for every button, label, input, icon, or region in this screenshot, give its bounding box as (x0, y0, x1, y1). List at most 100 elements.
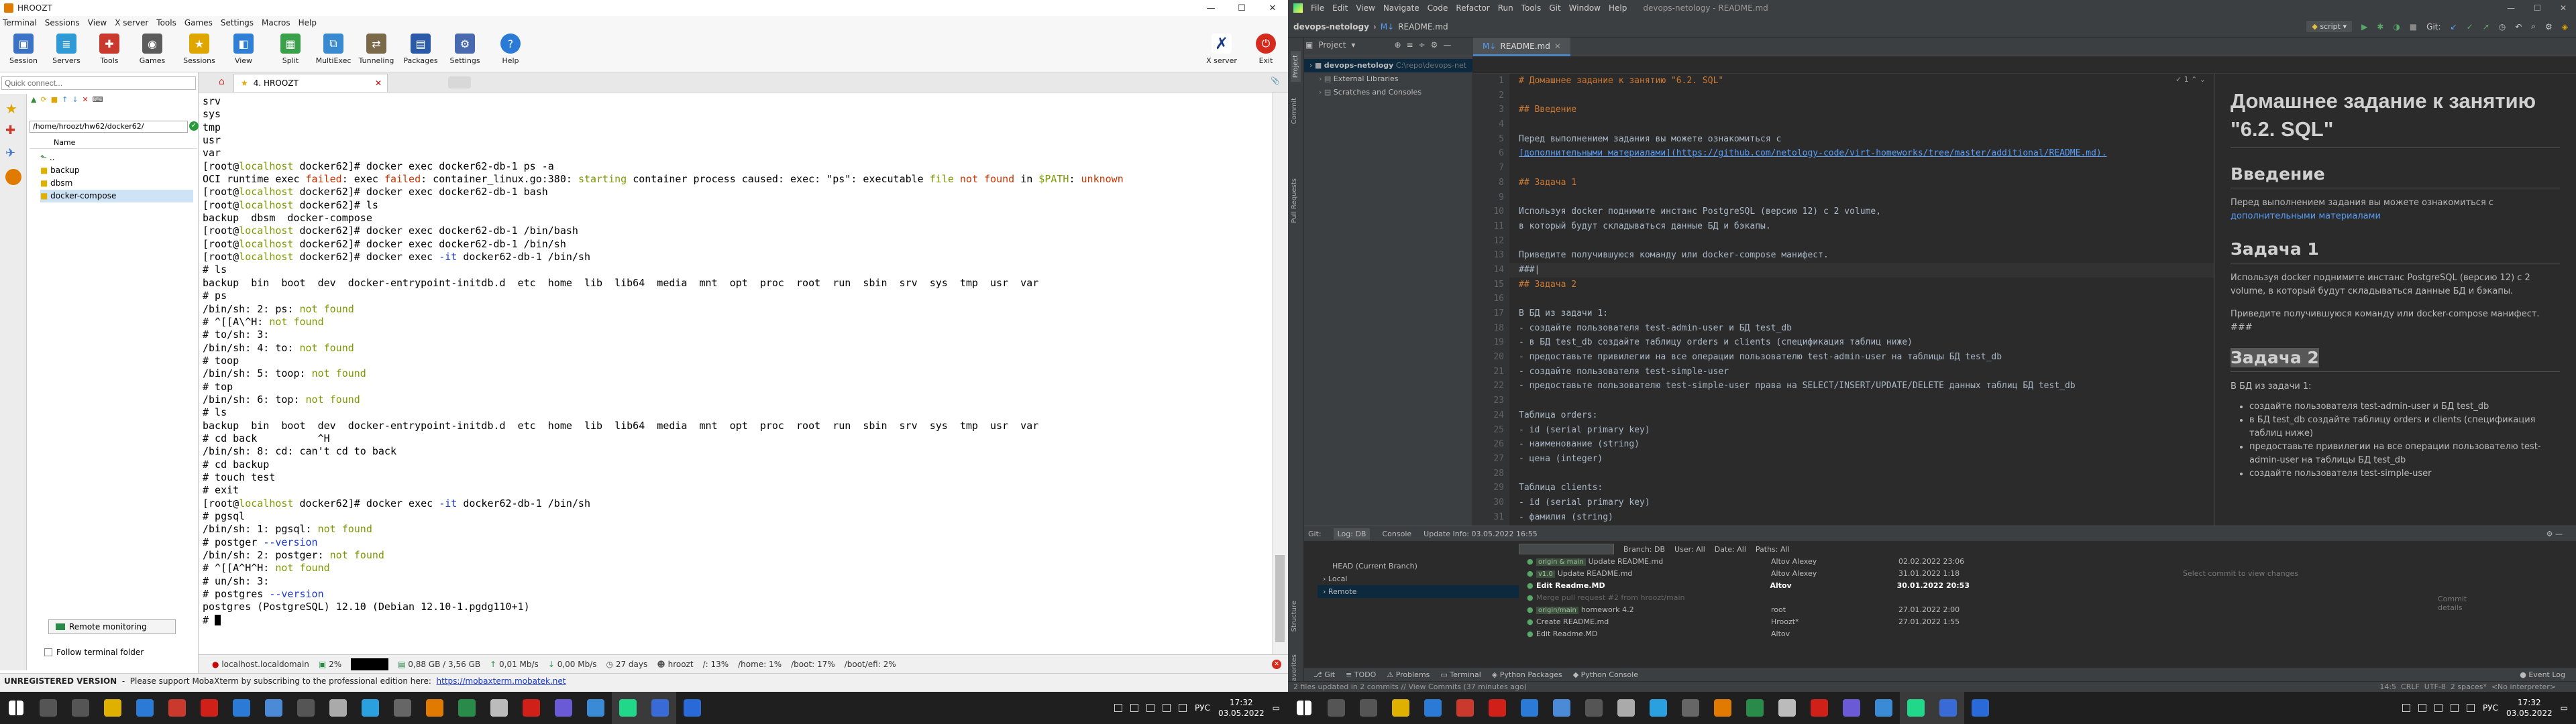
tool-strip-commit[interactable]: Commit (1291, 98, 1298, 124)
jetbrains-icon[interactable]: ◈ (2562, 22, 2568, 32)
inspection-widget[interactable]: ✓ 1 ⌃ ⌄ (2176, 75, 2206, 84)
teams-icon[interactable] (1835, 692, 1868, 724)
app-icon[interactable] (161, 692, 193, 724)
table-row[interactable]: ● v1.0 Update README.md Altov Alexey 31.01.2… (1527, 568, 1970, 580)
tab-problems[interactable]: ⚠ Problems (1387, 670, 1430, 679)
battery-icon[interactable] (1146, 704, 1155, 712)
pycharm-icon[interactable] (1900, 692, 1932, 724)
clock[interactable]: 17:32 03.05.2022 (1218, 697, 1265, 719)
table-row[interactable]: ● Merge pull request #2 from hroozt/main (1527, 592, 1970, 604)
xserver-button[interactable]: ✗ X server (1201, 34, 1242, 65)
tools-icon[interactable]: ✚ (5, 123, 21, 139)
session-button[interactable]: ▣ Session (3, 34, 44, 65)
tab-console[interactable]: Console (1382, 530, 1411, 538)
store-icon[interactable] (1546, 692, 1578, 724)
table-row[interactable]: ● origin & main Update README.md Altov Alex… (1527, 556, 1970, 568)
download-icon[interactable]: ↓ (72, 95, 78, 109)
app-icon[interactable] (1449, 692, 1481, 724)
git-push-icon[interactable]: ↗ (2483, 22, 2489, 32)
cloud-icon[interactable] (2418, 704, 2426, 712)
upload-icon[interactable]: ↑ (62, 95, 68, 109)
outlook-icon[interactable] (1964, 692, 1996, 724)
ide-menu-edit[interactable]: Edit (1332, 3, 1348, 13)
servers-button[interactable]: ≣ Servers (46, 34, 87, 65)
opera-icon[interactable] (1803, 692, 1835, 724)
clock[interactable]: 17:32 03.05.2022 (2506, 697, 2553, 719)
ide-menu-view[interactable]: View (1356, 3, 1375, 13)
chevron-up-icon[interactable] (2402, 704, 2410, 712)
terminal-path-icon[interactable]: ⌨ (93, 95, 103, 109)
view-button[interactable]: ◧ View (223, 34, 264, 65)
app-icon[interactable] (580, 692, 612, 724)
tab-python-packages[interactable]: ◈ Python Packages (1492, 670, 1562, 679)
packages-button[interactable]: ▤ Packages (400, 34, 441, 65)
cloud-icon[interactable] (1130, 704, 1138, 712)
start-icon[interactable] (0, 692, 32, 724)
ide-menu-help[interactable]: Help (1609, 3, 1627, 13)
filter-user[interactable]: User: All (1674, 545, 1705, 554)
notification-icon[interactable]: ▭ (1273, 703, 1280, 713)
status-close-icon[interactable]: ✕ (1272, 659, 1281, 669)
remote-monitoring-button[interactable]: Remote monitoring (48, 619, 176, 634)
tab-close-icon[interactable]: ✕ (375, 78, 382, 88)
rollback-icon[interactable]: ↶ (2515, 22, 2522, 32)
pycharm-icon[interactable] (612, 692, 644, 724)
up-folder-icon[interactable]: ▲ (31, 95, 36, 109)
app-icon[interactable] (1707, 692, 1739, 724)
branch-head[interactable]: HEAD (Current Branch) (1318, 560, 1519, 572)
list-item[interactable]: ■ docker-compose (40, 190, 193, 202)
ide-menu-git[interactable]: Git (1549, 3, 1560, 13)
run-icon[interactable]: ▶ (2361, 22, 2367, 32)
telegram-icon[interactable] (354, 692, 386, 724)
menu-macros[interactable]: Macros (262, 18, 290, 27)
tab-readme[interactable]: M↓ README.md ✕ (1473, 38, 1570, 56)
tab-event-log[interactable]: ● Event Log (2520, 670, 2565, 679)
settings-button[interactable]: ⚙ Settings (444, 34, 486, 65)
sessions-button[interactable]: ★ Sessions (178, 34, 220, 65)
tab-log-db[interactable]: Log: DB (1333, 528, 1371, 540)
project-tree-item[interactable]: › ▤ External Libraries (1304, 72, 1472, 86)
git-update-icon[interactable]: ↙ (2451, 22, 2457, 32)
filter-paths[interactable]: Paths: All (1756, 545, 1790, 554)
path-field[interactable]: /home/hroozt/hw62/docker62/ (30, 121, 188, 133)
maximize-icon[interactable]: ☐ (1226, 0, 1257, 16)
app-icon[interactable] (129, 692, 161, 724)
menu-tools[interactable]: Tools (156, 18, 176, 27)
mail-icon[interactable] (1513, 692, 1546, 724)
tab-update-info[interactable]: Update Info: 03.05.2022 16:55 (1424, 530, 1538, 538)
delete-icon[interactable]: ✕ (83, 95, 89, 109)
search-icon[interactable] (1320, 692, 1352, 724)
split-button[interactable]: ▦ Split (270, 34, 311, 65)
terminal-scrollbar[interactable] (1272, 93, 1288, 654)
list-item[interactable]: ■ backup (40, 164, 193, 177)
tab-close-icon[interactable]: ✕ (1554, 42, 1561, 51)
search-icon[interactable] (32, 692, 64, 724)
table-row[interactable]: ● origin/main homework 4.2 root 27.01.2022 2… (1527, 604, 1970, 616)
ide-menu-code[interactable]: Code (1428, 3, 1448, 13)
scrollbar-thumb[interactable] (1275, 555, 1285, 642)
ide-menu-window[interactable]: Window (1569, 3, 1601, 13)
chevron-up-icon[interactable] (1114, 704, 1122, 712)
ide-menu-tools[interactable]: Tools (1521, 3, 1542, 13)
tab-terminal[interactable]: ▭ Terminal (1440, 670, 1481, 679)
ide-menu-refactor[interactable]: Refactor (1456, 3, 1489, 13)
refresh-icon[interactable]: ⟳ (40, 95, 46, 109)
table-row[interactable]: ● Edit Readme.MD Altov 30.01.2022 20:53 (1527, 580, 1970, 592)
files-icon[interactable] (97, 692, 129, 724)
tools-button[interactable]: ✚ Tools (89, 34, 130, 65)
menu-view[interactable]: View (88, 18, 107, 27)
opera-icon[interactable] (193, 692, 225, 724)
home-tab-icon[interactable]: ⌂ (219, 76, 225, 87)
menu-terminal[interactable]: Terminal (3, 18, 37, 27)
x-icon[interactable] (1771, 692, 1803, 724)
telegram-icon[interactable] (1642, 692, 1674, 724)
table-row[interactable]: ● Create README.md Hroozt* 27.01.2022 1:55 (1527, 616, 1970, 628)
wifi-icon[interactable] (1163, 704, 1171, 712)
debug-icon[interactable]: ✱ (2377, 22, 2383, 32)
tunneling-button[interactable]: ⇄ Tunneling (356, 34, 397, 65)
volume-icon[interactable] (1179, 704, 1187, 712)
tool-strip-project[interactable]: Project (1291, 51, 1301, 82)
ide-menu-file[interactable]: File (1311, 3, 1324, 13)
breadcrumb-project[interactable]: devops-netology (1293, 22, 1369, 32)
language-indicator[interactable]: РУС (2483, 703, 2498, 713)
